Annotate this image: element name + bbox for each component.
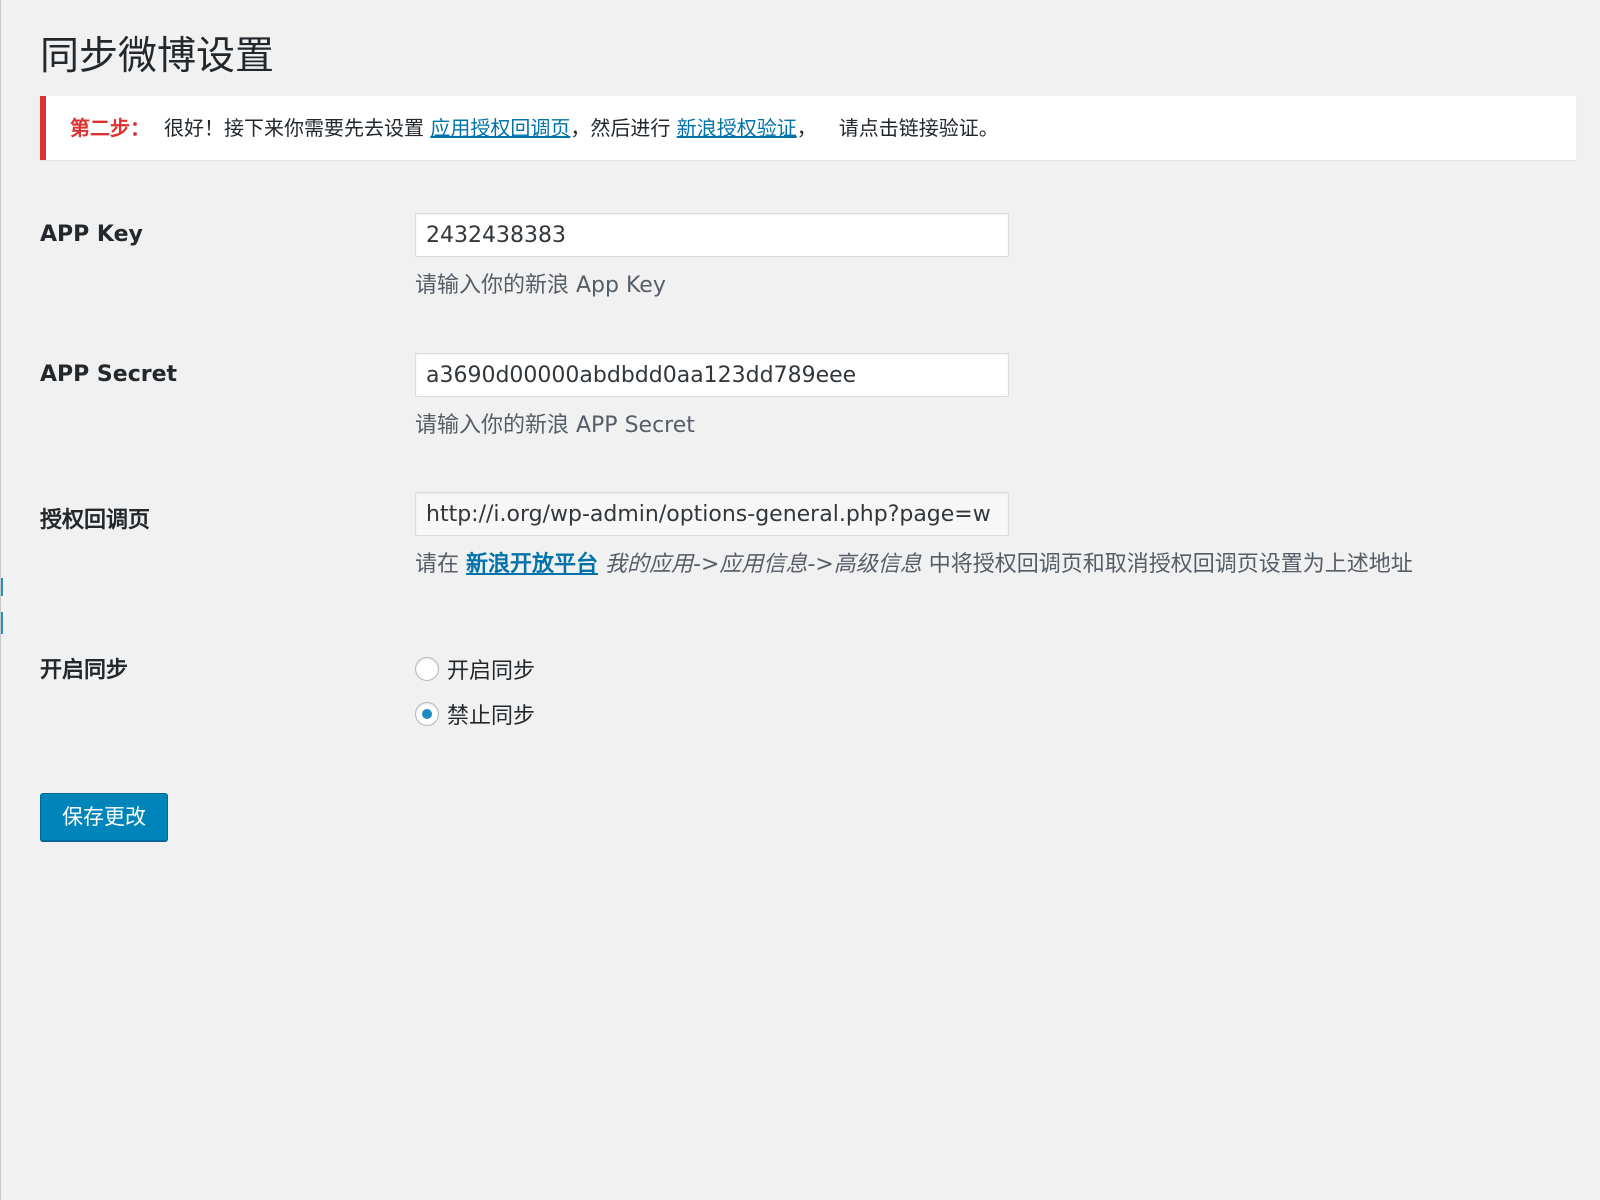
app-secret-input[interactable] <box>415 353 1009 397</box>
sync-disable-radio[interactable] <box>415 702 439 726</box>
notice-text-before: 很好！接下来你需要先去设置 <box>164 116 431 140</box>
callback-url-input[interactable] <box>415 492 1009 536</box>
settings-page: 同步微博设置 第二步： 很好！接下来你需要先去设置 应用授权回调页，然后进行 新浪… <box>0 0 1600 1200</box>
sina-open-platform-link[interactable]: 新浪开放平台 <box>466 552 598 577</box>
callback-url-label: 授权回调页 <box>40 508 151 533</box>
app-key-description: 请输入你的新浪 App Key <box>415 273 666 298</box>
sync-enable-option[interactable]: 开启同步 <box>415 654 535 684</box>
notice-text-end: 请点击链接验证。 <box>838 116 999 140</box>
app-secret-label: APP Secret <box>40 362 178 387</box>
callback-desc-prefix: 请在 <box>415 552 466 577</box>
callback-desc-suffix: 中将授权回调页和取消授权回调页设置为上述地址 <box>921 552 1413 577</box>
callback-page-link[interactable]: 应用授权回调页 <box>430 116 570 140</box>
notice-text-after: ， <box>796 116 817 140</box>
notice-step-label: 第二步： <box>70 116 150 140</box>
notice-text-middle: ，然后进行 <box>570 116 677 140</box>
sync-enable-radio[interactable] <box>415 657 439 681</box>
sync-disable-option[interactable]: 禁止同步 <box>415 699 535 729</box>
admin-menu-edge <box>1 578 3 596</box>
app-secret-description: 请输入你的新浪 APP Secret <box>415 413 695 438</box>
app-key-input[interactable] <box>415 213 1009 257</box>
sync-label: 开启同步 <box>40 658 129 683</box>
admin-menu-edge <box>1 612 3 634</box>
setup-notice: 第二步： 很好！接下来你需要先去设置 应用授权回调页，然后进行 新浪授权验证， 请点… <box>40 96 1576 160</box>
sync-enable-label: 开启同步 <box>447 659 536 684</box>
app-key-label: APP Key <box>40 222 143 247</box>
sync-disable-label: 禁止同步 <box>447 704 536 729</box>
sina-auth-link[interactable]: 新浪授权验证 <box>677 116 797 140</box>
callback-url-description: 请在 新浪开放平台 我的应用->应用信息->高级信息 中将授权回调页和取消授权回… <box>415 546 1413 578</box>
page-title: 同步微博设置 <box>40 34 275 79</box>
save-changes-button[interactable]: 保存更改 <box>40 793 168 841</box>
callback-desc-path: 我的应用->应用信息->高级信息 <box>605 552 922 577</box>
